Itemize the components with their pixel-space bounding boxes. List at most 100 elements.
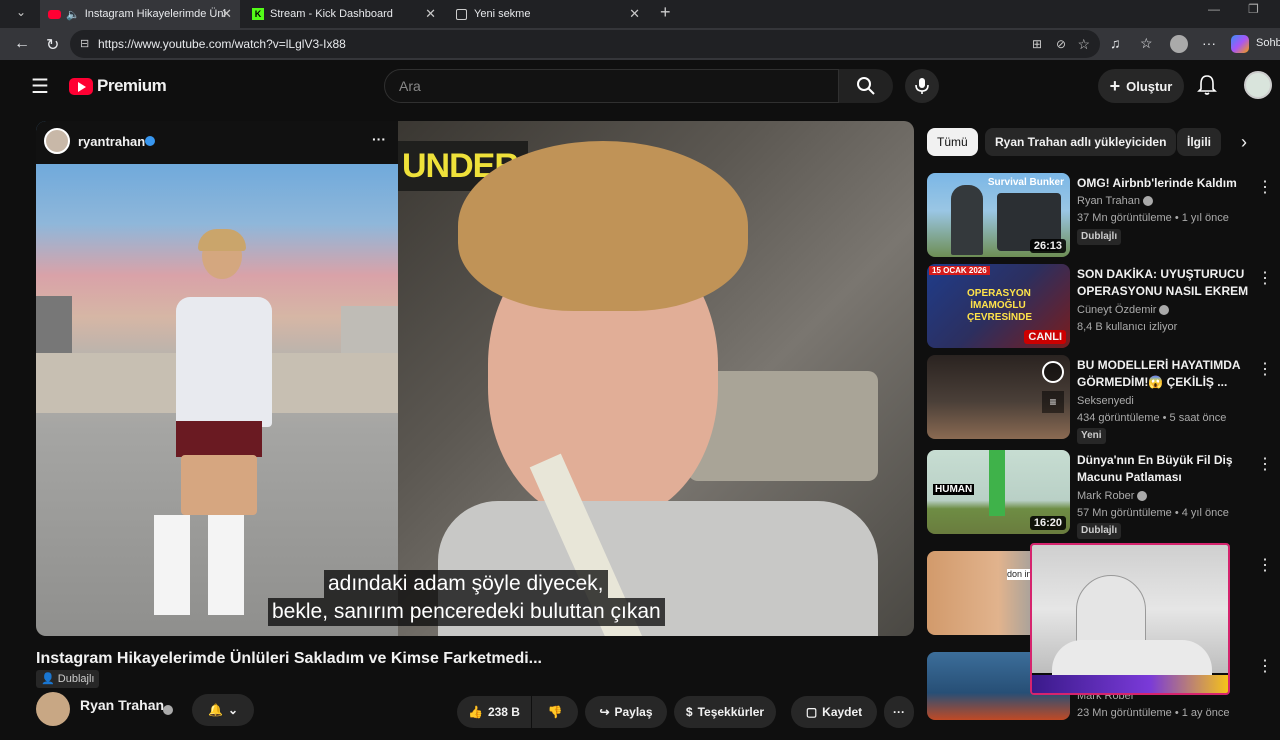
- address-bar-input[interactable]: ⊟ https://www.youtube.com/watch?v=lLglV3…: [70, 30, 1100, 58]
- tab-kick[interactable]: K Stream - Kick Dashboard ✕: [244, 0, 444, 28]
- chip-from-uploader[interactable]: Ryan Trahan adlı yükleyiciden: [985, 128, 1177, 156]
- more-vert-icon[interactable]: ⋮: [1257, 268, 1273, 288]
- recommendation-item[interactable]: HUMAN 16:20 Dünya'nın En Büyük Fil Diş M…: [927, 450, 1277, 539]
- thumbnail-date: 15 OCAK 2026: [929, 266, 990, 275]
- video-player[interactable]: ryantrahan ··· UNDER adındaki adam şöyle…: [36, 121, 914, 636]
- youtube-logo[interactable]: Premium: [69, 76, 167, 96]
- thumbs-up-icon: 👍: [468, 705, 483, 719]
- more-vert-icon[interactable]: ⋮: [1257, 454, 1273, 474]
- thanks-button[interactable]: $ Teşekkürler: [674, 696, 776, 728]
- voice-search-button[interactable]: [905, 69, 939, 103]
- restore-icon[interactable]: ❐: [1248, 2, 1259, 16]
- ig-avatar: [44, 128, 70, 154]
- thanks-label: Teşekkürler: [697, 705, 765, 719]
- tab-list-chevron-icon[interactable]: ⌄: [16, 5, 26, 19]
- tab-title: Yeni sekme: [474, 8, 531, 20]
- more-vert-icon[interactable]: ⋮: [1257, 177, 1273, 197]
- site-info-icon[interactable]: ⊟: [80, 30, 89, 58]
- more-vert-icon[interactable]: ⋮: [1257, 555, 1273, 575]
- duration-badge: 16:20: [1029, 516, 1066, 530]
- new-tab-plus-icon[interactable]: +: [660, 2, 671, 23]
- video-title: Dünya'nın En Büyük Fil Diş Macunu Patlam…: [1077, 453, 1233, 484]
- hamburger-menu-icon[interactable]: ☰: [31, 74, 49, 99]
- thumbnail[interactable]: HUMAN 16:20: [927, 450, 1070, 534]
- youtube-play-icon: [69, 77, 93, 95]
- tab-title: Instagram Hikayelerimde Ünl: [84, 8, 226, 20]
- more-menu-icon[interactable]: ···: [1202, 35, 1216, 51]
- video-title: BU MODELLERİ HAYATIMDA GÖRMEDİM!😱 ÇEKİLİ…: [1077, 358, 1241, 389]
- video-meta: 57 Mn görüntüleme • 4 yıl önce: [1077, 507, 1229, 519]
- hair: [458, 141, 748, 311]
- channel-name: Ryan Trahan: [1077, 195, 1153, 207]
- save-button[interactable]: ▢ Kaydet: [791, 696, 877, 728]
- share-button[interactable]: ↪ Paylaş: [585, 696, 667, 728]
- search-button[interactable]: [839, 69, 893, 103]
- share-label: Paylaş: [614, 705, 653, 719]
- person-shorts: [176, 421, 262, 457]
- close-tab-icon[interactable]: ✕: [425, 6, 436, 22]
- reload-icon[interactable]: ↻: [46, 35, 59, 55]
- tab-youtube[interactable]: 🔈 Instagram Hikayelerimde Ünl ✕: [40, 0, 240, 28]
- like-button[interactable]: 👍 238 B: [457, 696, 531, 728]
- profile-icon[interactable]: [1170, 35, 1188, 53]
- account-avatar[interactable]: [1244, 71, 1272, 99]
- chevron-down-icon: ⌄: [227, 703, 238, 717]
- thanks-dollar-icon: $: [685, 705, 693, 719]
- close-tab-icon[interactable]: ✕: [629, 6, 640, 22]
- person-hair: [198, 229, 246, 251]
- thumbnail-text: Survival Bunker: [987, 177, 1064, 188]
- person-body: [1052, 640, 1212, 680]
- more-vert-icon[interactable]: ⋮: [1257, 656, 1273, 676]
- app-icon[interactable]: ⊞: [1032, 30, 1042, 58]
- extensions-icon[interactable]: ♫: [1110, 35, 1121, 51]
- add-to-queue-icon[interactable]: ≡: [1042, 391, 1064, 413]
- video-title: OMG! Airbnb'lerinde Kaldım: [1077, 176, 1237, 190]
- favorite-star-icon[interactable]: ☆: [1077, 30, 1090, 58]
- back-arrow-icon[interactable]: ←: [14, 35, 30, 53]
- thumbnail[interactable]: 15 OCAK 2026 OPERASYON İMAMOĞLU ÇEVRESİN…: [927, 264, 1070, 348]
- person-legs: [181, 455, 257, 515]
- notifications-bell-icon[interactable]: [1197, 74, 1217, 96]
- search-input[interactable]: Ara: [384, 69, 839, 103]
- person-boots: [154, 515, 244, 615]
- chip-all[interactable]: Tümü: [927, 128, 978, 156]
- building-right: [341, 306, 398, 354]
- ig-more-icon[interactable]: ···: [372, 131, 386, 147]
- recommendation-item[interactable]: Survival Bunker 26:13 OMG! Airbnb'lerind…: [927, 173, 1277, 261]
- minimize-icon[interactable]: —: [1208, 2, 1220, 16]
- kick-favicon-icon: K: [252, 8, 264, 20]
- premium-label: Premium: [97, 76, 167, 95]
- more-icon: ···: [893, 705, 905, 719]
- recommendation-item[interactable]: ≡ BU MODELLERİ HAYATIMDA GÖRMEDİM!😱 ÇEKİ…: [927, 355, 1277, 444]
- tab-new[interactable]: Yeni sekme ✕: [448, 0, 648, 28]
- thumbnail[interactable]: ≡: [927, 355, 1070, 439]
- share-icon: ↪: [599, 705, 610, 719]
- thumbnail[interactable]: Survival Bunker 26:13: [927, 173, 1070, 257]
- tab-title: Stream - Kick Dashboard: [270, 8, 393, 20]
- channel-name: Seksenyedi: [1077, 395, 1134, 407]
- copilot-label[interactable]: Sohb: [1256, 37, 1280, 49]
- create-button[interactable]: + Oluştur: [1098, 69, 1184, 103]
- chip-related[interactable]: İlgili: [1177, 128, 1221, 156]
- instagram-story-panel: ryantrahan ···: [36, 121, 398, 636]
- more-actions-button[interactable]: ···: [884, 696, 914, 728]
- more-vert-icon[interactable]: ⋮: [1257, 359, 1273, 379]
- video-meta: 37 Mn görüntüleme • 1 yıl önce: [1077, 212, 1229, 224]
- favorites-icon[interactable]: ☆: [1140, 35, 1153, 52]
- dubbed-label: Dublajlı: [57, 673, 95, 685]
- dislike-button[interactable]: 👎: [532, 696, 578, 728]
- save-label: Kaydet: [822, 705, 863, 719]
- chips-next-chevron-icon[interactable]: ›: [1241, 132, 1247, 153]
- close-tab-icon[interactable]: ✕: [221, 6, 232, 22]
- verified-check-icon: [1137, 491, 1148, 502]
- channel-avatar[interactable]: [36, 692, 70, 726]
- verified-check-icon: [145, 136, 155, 146]
- watch-later-icon[interactable]: [1042, 361, 1064, 383]
- copilot-icon[interactable]: [1231, 35, 1249, 53]
- tracking-icon[interactable]: ⊘: [1056, 30, 1066, 58]
- speaker-icon[interactable]: 🔈: [66, 8, 80, 21]
- video-meta: 23 Mn görüntüleme • 1 ay önce: [1077, 707, 1230, 719]
- channel-name[interactable]: Ryan Trahan: [80, 697, 164, 713]
- recommendation-item[interactable]: 15 OCAK 2026 OPERASYON İMAMOĞLU ÇEVRESİN…: [927, 264, 1277, 352]
- subscribed-bell-button[interactable]: 🔔 ⌄: [192, 694, 254, 726]
